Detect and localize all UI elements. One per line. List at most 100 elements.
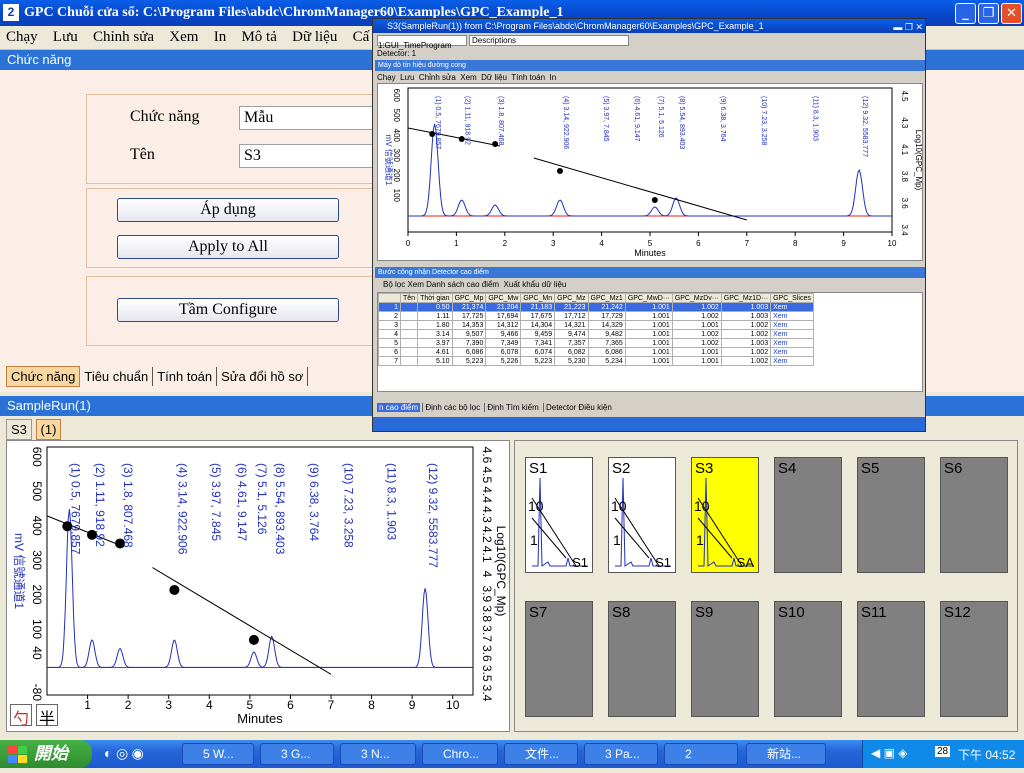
minimize-button[interactable]: _: [955, 3, 976, 24]
bottom-tab-peaks[interactable]: n cao điểm: [377, 403, 421, 412]
taskbar-button[interactable]: 文件...: [504, 743, 578, 765]
apply-all-button[interactable]: Apply to All: [117, 235, 339, 259]
table-cell: Xem: [770, 320, 814, 330]
sample-tile-s6[interactable]: S6: [940, 457, 1008, 573]
menu-item-more[interactable]: Cấ: [347, 26, 376, 49]
curve-menu-save[interactable]: Lưu: [400, 73, 414, 82]
tab-function[interactable]: Chức năng: [6, 366, 81, 387]
table-row[interactable]: 3 1.80 14,353 14,312 14,304 14,321 14,329 1.001…: [378, 320, 814, 330]
sample-tile-s8[interactable]: S8: [608, 601, 676, 717]
column-header[interactable]: GPC_Mn: [520, 293, 556, 303]
table-row[interactable]: 1 0.50 21,374 21,204 21,183 21,223 21,242 1.001…: [378, 302, 814, 312]
column-header[interactable]: GPC_Slices: [770, 293, 814, 303]
footer-button-1[interactable]: 勺: [10, 704, 32, 728]
column-header[interactable]: GPC_MwD···: [624, 293, 673, 303]
sample-tile-s11[interactable]: S11: [857, 601, 925, 717]
table-cell: [399, 338, 419, 348]
table-row[interactable]: 7 5.10 5,223 5,226 5,223 5,230 5,234 1.001 1.001…: [378, 356, 814, 366]
sample-tile-s5[interactable]: S5: [857, 457, 925, 573]
table-menu-view[interactable]: Xem: [407, 280, 423, 289]
table-menu-filter[interactable]: Bộ lọc: [383, 280, 405, 289]
table-cell: 17,712: [554, 311, 589, 321]
quicklaunch-icons[interactable]: ◐ ◎ ◉: [104, 746, 144, 763]
table-cell: 21,204: [485, 302, 522, 312]
apply-button[interactable]: Áp dụng: [117, 198, 339, 222]
table-row[interactable]: 2 1.11 17,725 17,694 17,675 17,712 17,729 1.001…: [378, 311, 814, 321]
column-header[interactable]: GPC_Mp: [451, 293, 487, 303]
column-header[interactable]: [378, 293, 401, 303]
curve-menu-run[interactable]: Chạy: [377, 73, 396, 82]
tab-standard[interactable]: Tiêu chuẩn: [80, 367, 154, 386]
taskbar-button[interactable]: 2: [664, 743, 738, 765]
y2-tick-label: 3.9: [480, 585, 494, 602]
column-header[interactable]: GPC_Mz1: [587, 293, 626, 303]
table-menu-peaklist[interactable]: Danh sách cao điểm: [426, 280, 499, 289]
start-button[interactable]: 開始: [0, 740, 92, 768]
menu-item-save[interactable]: Lưu: [47, 26, 84, 49]
table-cell: 5: [378, 338, 401, 348]
taskbar-button[interactable]: 3 Pa...: [584, 743, 658, 765]
y2-axis-label: Log10(GPC_Mp): [914, 130, 922, 191]
taskbar-button[interactable]: Chro...: [422, 743, 498, 765]
table-cell: 1.003: [720, 311, 772, 321]
configure-button[interactable]: Tầm Configure: [117, 298, 339, 322]
column-header[interactable]: GPC_Mz1D···: [720, 293, 772, 303]
bottom-tab-detector[interactable]: Detector Điều kiện: [542, 403, 614, 412]
bottom-tab-filters[interactable]: Định các bộ lọc: [422, 403, 483, 412]
table-row[interactable]: 6 4.61 6,086 6,078 6,074 6,082 6,086 1.001 1.001…: [378, 347, 814, 357]
column-header[interactable]: Tên: [399, 293, 419, 303]
table-row[interactable]: 4 3.14 9,507 9,466 9,459 9,474 9,482 1.001 1.002…: [378, 329, 814, 339]
bottom-tab-search[interactable]: Định Tìm kiếm: [484, 403, 541, 412]
column-header[interactable]: GPC_Mz: [554, 293, 589, 303]
menu-item-view[interactable]: Xem: [163, 26, 204, 49]
curve-menu-view[interactable]: Xem: [460, 73, 476, 82]
close-button[interactable]: ✕: [1001, 3, 1022, 24]
table-cell: 21,223: [554, 302, 589, 312]
detail-window-controls[interactable]: ▬ ❐ ✕: [893, 20, 923, 34]
sample-tile-s3[interactable]: S3 10 1 SA: [691, 457, 759, 573]
curve-menu-edit[interactable]: Chỉnh sửa: [419, 73, 456, 82]
menu-item-print[interactable]: In: [208, 26, 233, 49]
sample-tile-s7[interactable]: S7: [525, 601, 593, 717]
menu-item-edit[interactable]: Chỉnh sửa: [87, 26, 160, 49]
curve-menu-calc[interactable]: Tính toán: [511, 73, 545, 82]
sample-tile-s4[interactable]: S4: [774, 457, 842, 573]
sample-tile-s12[interactable]: S12: [940, 601, 1008, 717]
column-header[interactable]: GPC_Mw: [485, 293, 522, 303]
menu-item-run[interactable]: Chạy: [0, 26, 44, 49]
menu-item-data[interactable]: Dữ liệu: [286, 26, 343, 49]
column-header[interactable]: Thời gian: [417, 293, 453, 303]
taskbar-button[interactable]: 5 W...: [182, 743, 254, 765]
sample-tile-s9[interactable]: S9: [691, 601, 759, 717]
peak-label: (5) 3.97, 7.845: [602, 96, 609, 142]
taskbar-button[interactable]: 3 N...: [340, 743, 416, 765]
footer-button-2[interactable]: 半: [36, 704, 58, 728]
program-select[interactable]: 1:GUI_TimeProgram: [377, 35, 467, 50]
column-header[interactable]: GPC_MzDv···: [671, 293, 722, 303]
taskbar-button[interactable]: 3 G...: [260, 743, 334, 765]
table-menu-export[interactable]: Xuất khẩu dữ liệu: [504, 280, 567, 289]
tray-icons[interactable]: ◀ ▣ ◈: [871, 746, 907, 760]
tab-run-1[interactable]: (1): [35, 419, 62, 440]
curve-menu-print[interactable]: In: [550, 73, 557, 82]
taskbar-button[interactable]: 新站...: [746, 743, 826, 765]
maximize-button[interactable]: ❐: [978, 3, 999, 24]
y2-tick-label: 4.1: [900, 144, 909, 156]
table-row[interactable]: 5 3.97 7,390 7,349 7,341 7,357 7,365 1.001 1.002…: [378, 338, 814, 348]
sample-tile-s10[interactable]: S10: [774, 601, 842, 717]
function-field[interactable]: Mẫu: [239, 106, 374, 130]
descriptions-field[interactable]: Descriptions: [469, 35, 629, 46]
tab-s3[interactable]: S3: [6, 419, 32, 440]
curve-menu-data[interactable]: Dữ liệu: [481, 73, 507, 82]
x-tick-label: 7: [745, 239, 750, 248]
x-tick-label: 8: [368, 698, 375, 712]
peak-label: (7) 5.1, 5.126: [255, 463, 269, 535]
sample-tile-s1[interactable]: S1 10 1 S1: [525, 457, 593, 573]
name-field[interactable]: S3: [239, 144, 374, 168]
sample-tile-s2[interactable]: S2 10 1 S1: [608, 457, 676, 573]
tile-label: S10: [778, 604, 805, 621]
menu-item-describe[interactable]: Mô tả: [235, 26, 282, 49]
tab-calculation[interactable]: Tính toán: [153, 367, 218, 386]
tab-edit-profile[interactable]: Sửa đổi hồ sơ: [217, 367, 309, 386]
y2-tick-label: 3.4: [480, 685, 494, 702]
